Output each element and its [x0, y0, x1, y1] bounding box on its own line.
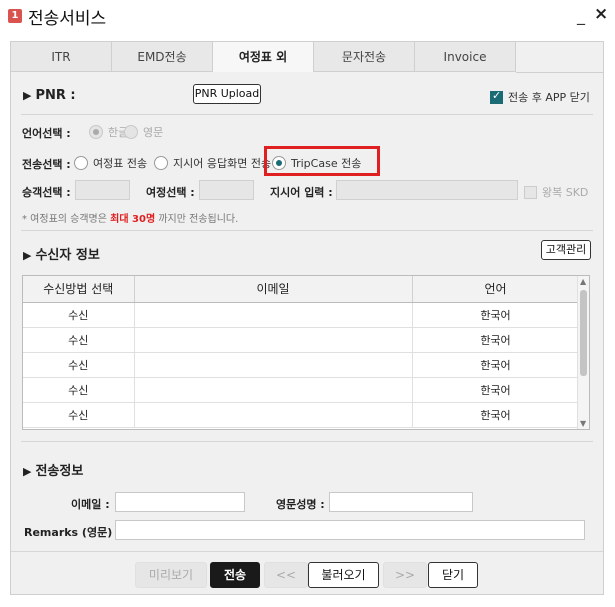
language-option-korean[interactable]: 한글 [89, 124, 128, 140]
scroll-thumb[interactable] [580, 290, 587, 376]
cell-email[interactable] [134, 377, 413, 403]
scroll-up-icon[interactable]: ▲ [580, 277, 586, 286]
send-option-command-screen[interactable]: 지시어 응답화면 전송 [154, 155, 271, 171]
command-input-label: 지시어 입력 : [270, 186, 333, 199]
triangle-right-icon: ▶ [23, 249, 32, 262]
itinerary-select-input[interactable] [199, 180, 254, 200]
cell-method[interactable]: 수신 [23, 352, 135, 378]
close-button[interactable]: 닫기 [428, 562, 478, 588]
cell-method[interactable]: 수신 [23, 377, 135, 403]
table-scrollbar[interactable]: ▲ ▼ [577, 276, 589, 429]
send-button[interactable]: 전송 [210, 562, 260, 588]
command-input[interactable] [336, 180, 518, 200]
remarks-label: Remarks (영문) : [24, 526, 121, 539]
footer-bar: 미리보기 전송 << 불러오기 >> 닫기 [11, 551, 603, 594]
cell-language[interactable]: 한국어 [412, 352, 580, 378]
cell-method[interactable]: 수신 [23, 402, 135, 428]
table-row[interactable]: 수신 한국어 [23, 402, 580, 428]
cell-email[interactable] [134, 327, 413, 353]
app-badge: 1 [8, 9, 22, 23]
close-after-send-checkbox[interactable] [490, 89, 503, 104]
cell-language[interactable]: 한국어 [412, 302, 580, 328]
radio-command-screen[interactable] [154, 156, 168, 170]
minimize-icon[interactable]: _ [577, 6, 585, 25]
triangle-right-icon: ▶ [23, 465, 32, 478]
tab-sms[interactable]: 문자전송 [314, 42, 415, 72]
repeat-skd-checkbox[interactable] [524, 185, 537, 199]
load-button[interactable]: 불러오기 [308, 562, 379, 588]
table-row[interactable]: 수신 한국어 [23, 377, 580, 403]
table-row[interactable]: 수신 한국어 [23, 302, 580, 328]
cell-method[interactable]: 수신 [23, 302, 135, 328]
close-icon[interactable]: × [594, 4, 608, 24]
recipient-section-title: ▶ 수신자 정보 [23, 248, 100, 263]
column-header-method[interactable]: 수신방법 선택 [23, 276, 135, 303]
tab-bar: ITR EMD전송 여정표 외 문자전송 Invoice [11, 42, 603, 73]
cell-language[interactable]: 한국어 [412, 402, 580, 428]
tab-invoice[interactable]: Invoice [415, 42, 516, 72]
tab-itinerary[interactable]: 여정표 외 [213, 42, 314, 72]
send-info-section-title: ▶ 전송정보 [23, 464, 84, 479]
passenger-select-label: 승객선택 : [22, 186, 71, 199]
next-page-button[interactable]: >> [383, 562, 427, 588]
cell-method[interactable]: 수신 [23, 327, 135, 353]
window-titlebar: 1 전송서비스 _ × [0, 0, 615, 30]
cell-email[interactable] [134, 402, 413, 428]
cell-language[interactable]: 한국어 [412, 327, 580, 353]
tab-itr[interactable]: ITR [11, 42, 112, 72]
email-input[interactable] [115, 492, 245, 512]
send-option-tripcase[interactable]: TripCase 전송 [272, 155, 361, 171]
cell-email[interactable] [134, 352, 413, 378]
customer-manage-button[interactable]: 고객관리 [541, 240, 591, 260]
preview-button[interactable]: 미리보기 [135, 562, 207, 588]
english-name-label: 영문성명 : [276, 498, 325, 511]
radio-english[interactable] [124, 125, 138, 139]
prev-page-button[interactable]: << [264, 562, 308, 588]
cell-email[interactable] [134, 302, 413, 328]
scroll-down-icon[interactable]: ▼ [580, 419, 586, 428]
recipient-table: 수신방법 선택 이메일 언어 수신 한국어 수신 한국어 수신 한국어 수신 한국어 수… [22, 275, 590, 430]
email-label: 이메일 : [71, 498, 110, 511]
repeat-skd-option[interactable]: 왕복 SKD [524, 184, 588, 200]
language-label: 언어선택 : [22, 127, 71, 140]
language-option-english[interactable]: 영문 [124, 124, 163, 140]
passenger-limit-note: * 여정표의 승객명은 최대 30명 까지만 전송됩니다. [22, 214, 239, 225]
radio-tripcase[interactable] [272, 156, 286, 170]
send-select-label: 전송선택 : [22, 158, 71, 171]
pnr-section-title: ▶ PNR : [23, 88, 76, 103]
cell-language[interactable]: 한국어 [412, 377, 580, 403]
triangle-right-icon: ▶ [23, 89, 32, 102]
itinerary-select-label: 여정선택 : [146, 186, 195, 199]
close-after-send-option[interactable]: 전송 후 APP 닫기 [490, 89, 590, 105]
table-row[interactable]: 수신 한국어 [23, 352, 580, 378]
radio-korean[interactable] [89, 125, 103, 139]
pnr-upload-button[interactable]: PNR Upload [193, 84, 261, 104]
remarks-input[interactable] [115, 520, 585, 540]
passenger-select-input[interactable] [75, 180, 130, 200]
radio-itinerary[interactable] [74, 156, 88, 170]
table-row[interactable]: 수신 한국어 [23, 327, 580, 353]
column-header-language[interactable]: 언어 [412, 276, 580, 303]
tab-emd[interactable]: EMD전송 [112, 42, 213, 72]
window-title: 전송서비스 [28, 9, 107, 29]
english-name-input[interactable] [329, 492, 473, 512]
column-header-email[interactable]: 이메일 [134, 276, 413, 303]
dialog-panel: ITR EMD전송 여정표 외 문자전송 Invoice ▶ PNR : PNR … [10, 41, 604, 595]
send-option-itinerary[interactable]: 여정표 전송 [74, 155, 147, 171]
